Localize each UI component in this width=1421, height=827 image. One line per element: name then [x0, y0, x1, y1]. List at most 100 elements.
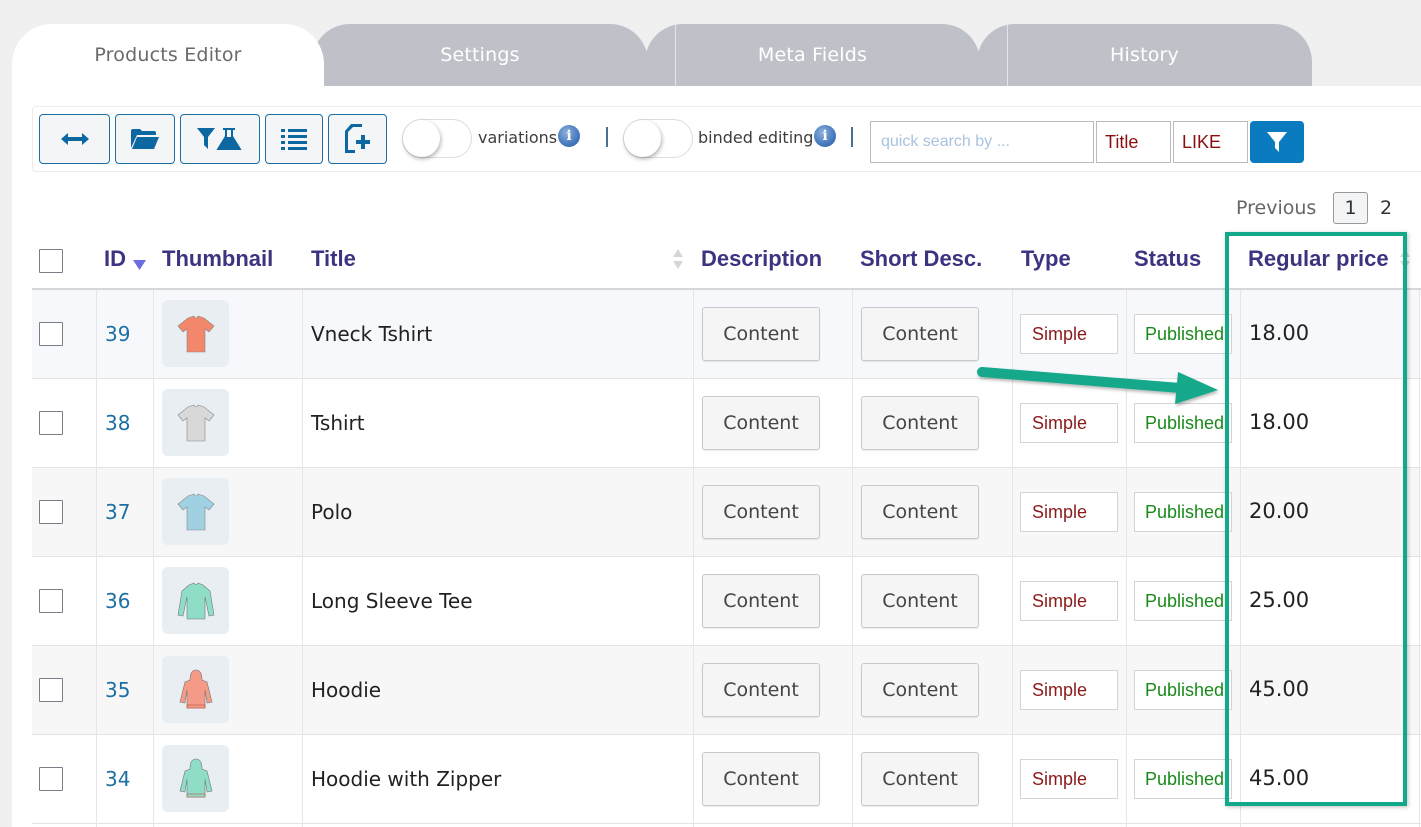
- product-thumbnail[interactable]: [162, 478, 229, 545]
- column-header-title[interactable]: Title: [311, 246, 356, 272]
- row-checkbox[interactable]: [39, 767, 63, 791]
- tab-settings[interactable]: Settings: [312, 24, 648, 86]
- expand-columns-button[interactable]: [39, 114, 110, 164]
- search-operator-select[interactable]: LIKE: [1173, 121, 1248, 163]
- binded-editing-info-icon[interactable]: i: [814, 125, 836, 147]
- column-header-type: Type: [1021, 246, 1071, 271]
- tab-history[interactable]: History: [977, 24, 1312, 86]
- product-type-select[interactable]: Simple: [1020, 403, 1118, 443]
- product-id-link[interactable]: 37: [105, 500, 130, 524]
- row-checkbox[interactable]: [39, 322, 63, 346]
- sort-both-icon[interactable]: [1400, 249, 1410, 269]
- binded-editing-toggle[interactable]: [623, 119, 693, 158]
- product-type-value: Simple: [1032, 412, 1088, 433]
- product-type-select[interactable]: Simple: [1020, 314, 1118, 354]
- tab-meta-fields[interactable]: Meta Fields: [645, 24, 980, 86]
- product-type-value: Simple: [1032, 501, 1088, 522]
- sort-desc-icon[interactable]: [133, 260, 146, 270]
- quick-search-input[interactable]: [870, 121, 1094, 163]
- product-id-link[interactable]: 39: [105, 322, 130, 346]
- button-label: Content: [882, 590, 958, 612]
- description-content-button[interactable]: Content: [702, 752, 820, 806]
- description-content-button[interactable]: Content: [702, 574, 820, 628]
- column-header-description: Description: [701, 246, 823, 271]
- short-desc-content-button[interactable]: Content: [861, 307, 979, 361]
- product-title[interactable]: Vneck Tshirt: [311, 322, 432, 346]
- column-divider: [302, 290, 303, 827]
- regular-price-cell[interactable]: 45.00: [1249, 677, 1309, 701]
- pagination-page-2[interactable]: 2: [1380, 197, 1392, 219]
- short-desc-content-button[interactable]: Content: [861, 396, 979, 450]
- variations-toggle[interactable]: [402, 119, 472, 158]
- column-divider: [1240, 290, 1241, 827]
- column-header-id[interactable]: ID: [104, 246, 126, 272]
- product-id-link[interactable]: 38: [105, 411, 130, 435]
- product-title[interactable]: Tshirt: [311, 411, 365, 435]
- product-status-select[interactable]: Published: [1134, 403, 1232, 443]
- product-status-select[interactable]: Published: [1134, 492, 1232, 532]
- short-desc-content-button[interactable]: Content: [861, 485, 979, 539]
- product-id-link[interactable]: 34: [105, 767, 130, 791]
- regular-price-cell[interactable]: 18.00: [1249, 410, 1309, 434]
- description-content-button[interactable]: Content: [702, 663, 820, 717]
- product-title[interactable]: Long Sleeve Tee: [311, 589, 473, 613]
- short-desc-content-button[interactable]: Content: [861, 663, 979, 717]
- product-thumbnail[interactable]: [162, 567, 229, 634]
- product-type-value: Simple: [1032, 768, 1088, 789]
- product-title[interactable]: Hoodie: [311, 678, 381, 702]
- product-thumbnail[interactable]: [162, 656, 229, 723]
- open-folder-button[interactable]: [115, 114, 175, 164]
- column-header-regular-price[interactable]: Regular price: [1248, 246, 1389, 272]
- short-desc-content-button[interactable]: Content: [861, 752, 979, 806]
- product-status-select[interactable]: Published: [1134, 314, 1232, 354]
- tab-products-editor-label: Products Editor: [94, 44, 242, 66]
- apply-filter-button[interactable]: [1250, 121, 1304, 163]
- filter-lab-button[interactable]: [180, 114, 260, 164]
- filter-flask-icon: [197, 128, 242, 150]
- product-thumbnail[interactable]: [162, 745, 229, 812]
- product-type-select[interactable]: Simple: [1020, 670, 1118, 710]
- description-content-button[interactable]: Content: [702, 396, 820, 450]
- pagination-previous[interactable]: Previous: [1236, 197, 1316, 219]
- product-id-link[interactable]: 36: [105, 589, 130, 613]
- sort-both-icon[interactable]: [673, 249, 683, 269]
- product-thumbnail[interactable]: [162, 300, 229, 367]
- regular-price-cell[interactable]: 45.00: [1249, 766, 1309, 790]
- add-product-button[interactable]: [328, 114, 387, 164]
- variations-label: variations: [478, 128, 558, 147]
- product-status-value: Published: [1145, 768, 1225, 789]
- column-list-button[interactable]: [265, 114, 323, 164]
- short-desc-content-button[interactable]: Content: [861, 574, 979, 628]
- variations-info-icon[interactable]: i: [558, 125, 580, 147]
- product-title[interactable]: Hoodie with Zipper: [311, 767, 501, 791]
- regular-price-cell[interactable]: 25.00: [1249, 588, 1309, 612]
- search-field-select[interactable]: Title: [1096, 121, 1171, 163]
- product-status-select[interactable]: Published: [1134, 581, 1232, 621]
- button-label: Content: [723, 590, 799, 612]
- regular-price-cell[interactable]: 20.00: [1249, 499, 1309, 523]
- row-checkbox[interactable]: [39, 500, 63, 524]
- row-checkbox[interactable]: [39, 411, 63, 435]
- description-content-button[interactable]: Content: [702, 485, 820, 539]
- column-header-status: Status: [1134, 246, 1202, 271]
- regular-price-cell[interactable]: 18.00: [1249, 321, 1309, 345]
- product-type-select[interactable]: Simple: [1020, 492, 1118, 532]
- folder-open-icon: [131, 129, 159, 149]
- product-thumbnail[interactable]: [162, 389, 229, 456]
- select-all-checkbox[interactable]: [39, 249, 63, 273]
- product-title[interactable]: Polo: [311, 500, 352, 524]
- description-content-button[interactable]: Content: [702, 307, 820, 361]
- toggle-knob: [624, 120, 661, 157]
- tab-meta-fields-label: Meta Fields: [757, 44, 868, 66]
- product-type-select[interactable]: Simple: [1020, 581, 1118, 621]
- product-status-select[interactable]: Published: [1134, 670, 1232, 710]
- column-header-short-desc: Short Desc.: [860, 246, 983, 271]
- pagination-page-1[interactable]: 1: [1333, 192, 1368, 224]
- row-checkbox[interactable]: [39, 589, 63, 613]
- product-type-select[interactable]: Simple: [1020, 759, 1118, 799]
- product-id-link[interactable]: 35: [105, 678, 130, 702]
- product-status-select[interactable]: Published: [1134, 759, 1232, 799]
- tab-products-editor[interactable]: Products Editor: [12, 24, 324, 86]
- tab-more[interactable]: [1308, 24, 1421, 86]
- row-checkbox[interactable]: [39, 678, 63, 702]
